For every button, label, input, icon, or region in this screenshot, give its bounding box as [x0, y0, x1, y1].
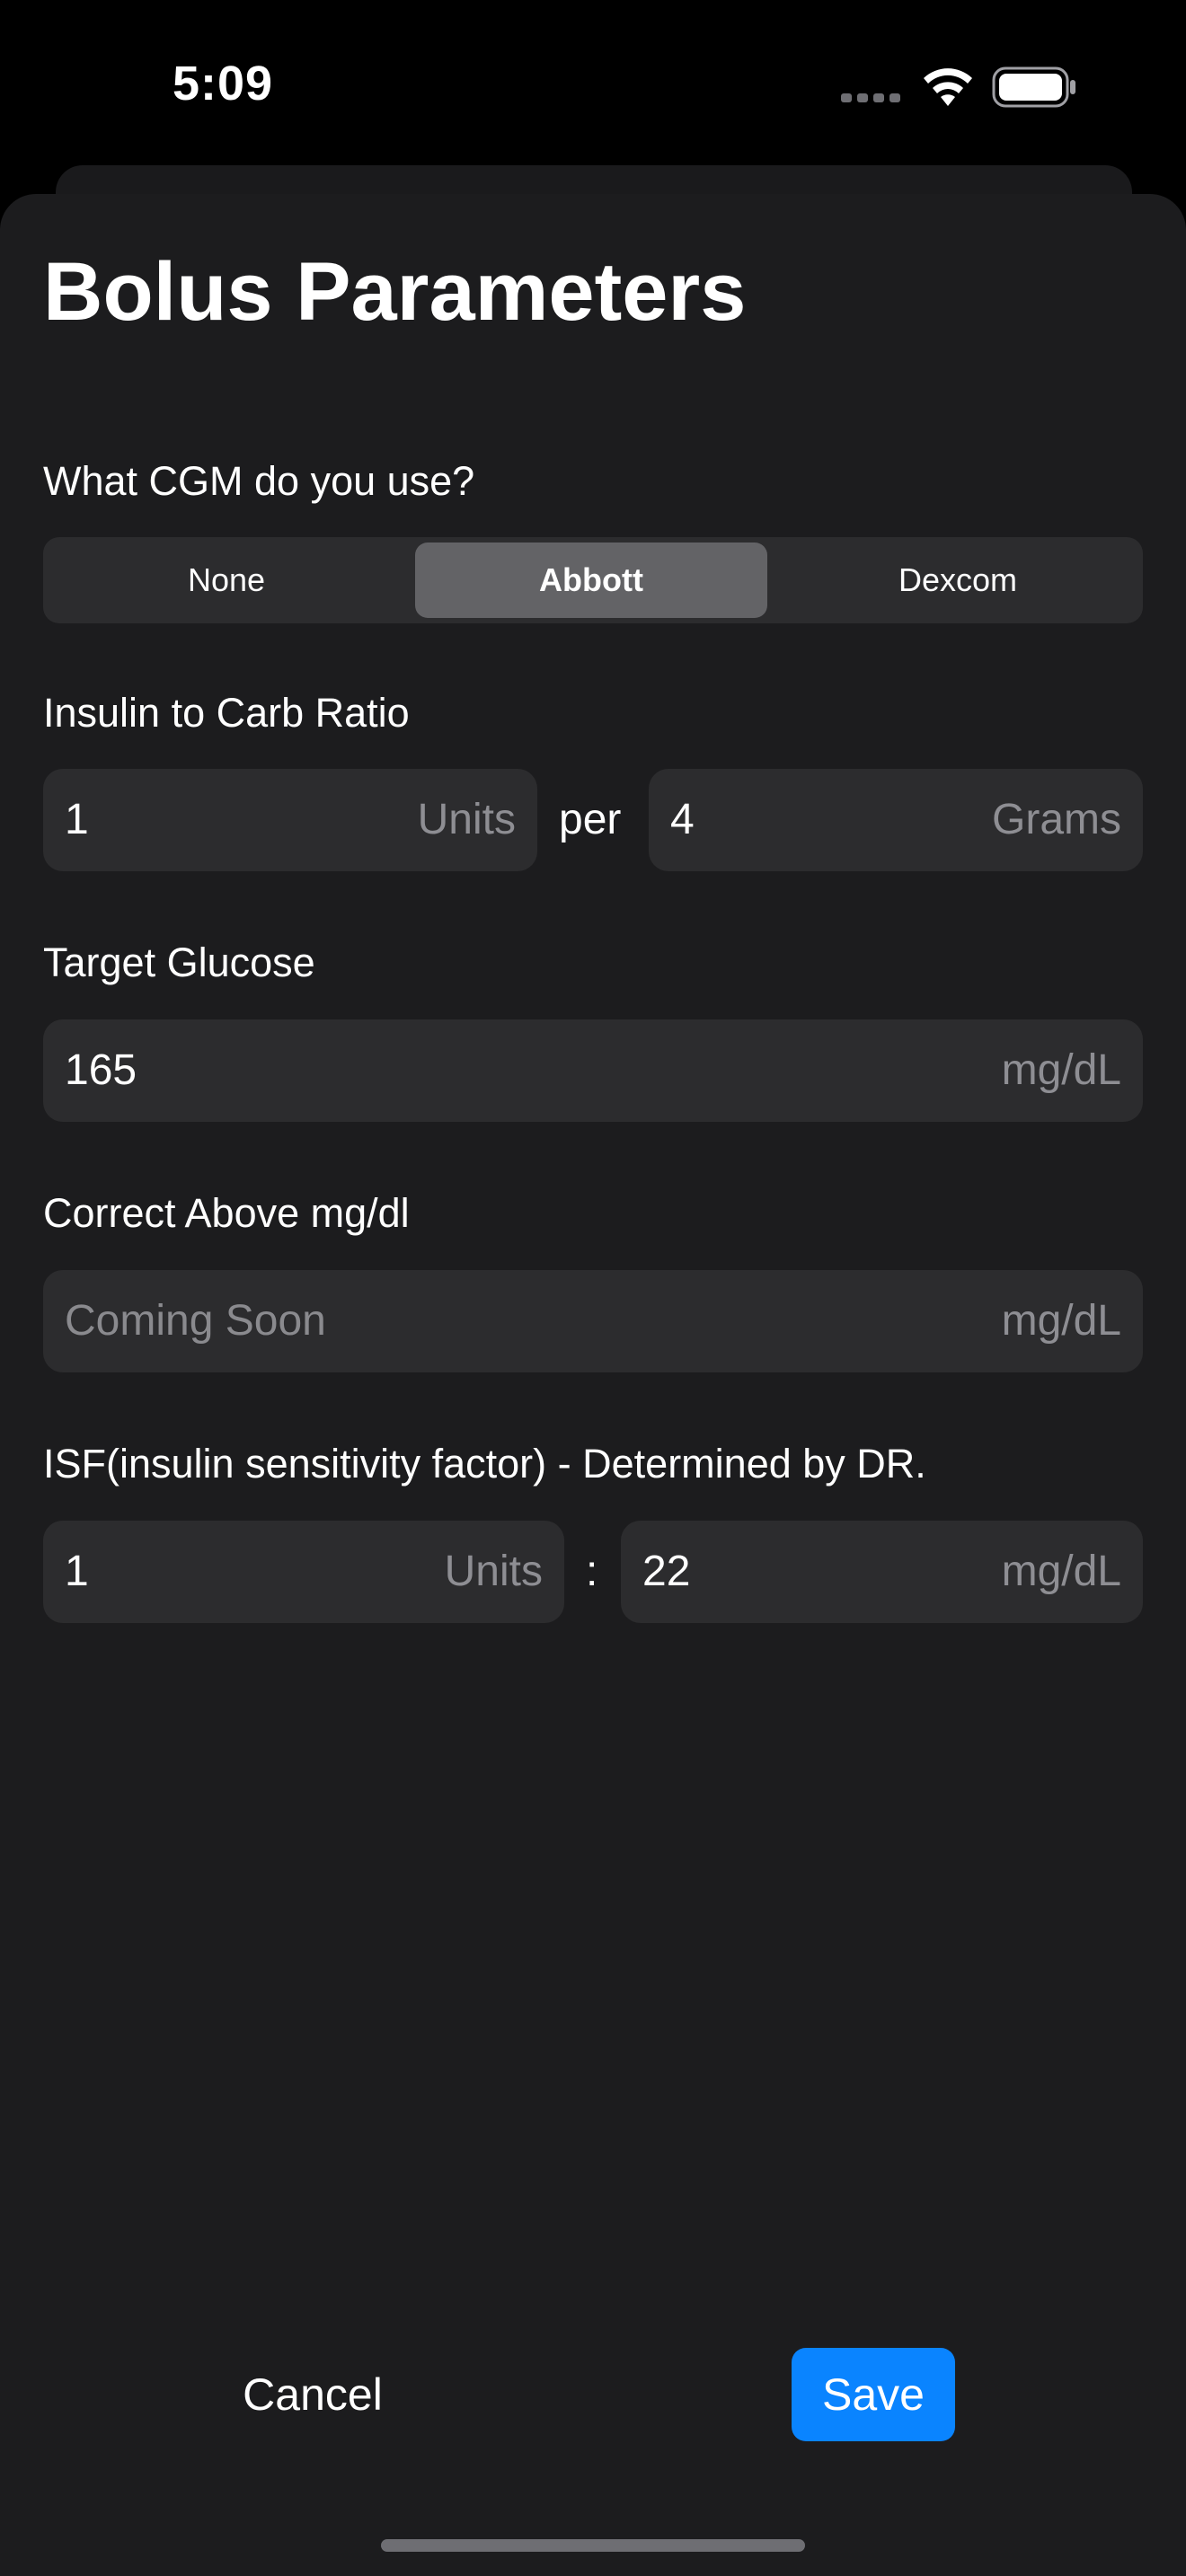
- carb-ratio-label: Insulin to Carb Ratio: [43, 690, 410, 736]
- save-button[interactable]: Save: [792, 2348, 955, 2441]
- carb-ratio-units-value: 1: [65, 796, 89, 843]
- segment-abbott[interactable]: Abbott: [415, 543, 767, 618]
- correct-above-label: Correct Above mg/dl: [43, 1190, 410, 1236]
- wifi-icon: [924, 68, 972, 106]
- target-glucose-label: Target Glucose: [43, 940, 315, 985]
- correct-above-suffix: mg/dL: [1001, 1297, 1121, 1345]
- target-glucose-suffix: mg/dL: [1001, 1046, 1121, 1094]
- cgm-segmented-control: None Abbott Dexcom: [43, 537, 1143, 623]
- isf-units-field[interactable]: 1 Units: [43, 1521, 564, 1623]
- correct-above-placeholder: Coming Soon: [65, 1297, 326, 1345]
- signal-dots-icon: [841, 93, 900, 102]
- status-time: 5:09: [173, 57, 274, 110]
- carb-ratio-separator: per: [559, 796, 622, 843]
- carb-ratio-units-field[interactable]: 1 Units: [43, 769, 537, 871]
- carb-ratio-grams-suffix: Grams: [992, 796, 1121, 843]
- segment-none[interactable]: None: [49, 543, 404, 618]
- cancel-button[interactable]: Cancel: [205, 2348, 420, 2441]
- carb-ratio-grams-value: 4: [670, 796, 695, 843]
- cgm-label: What CGM do you use?: [43, 458, 475, 504]
- isf-units-value: 1: [65, 1548, 89, 1595]
- home-indicator[interactable]: [381, 2539, 805, 2552]
- isf-mgdl-field[interactable]: 22 mg/dL: [621, 1521, 1143, 1623]
- carb-ratio-units-suffix: Units: [417, 796, 516, 843]
- battery-icon: [992, 66, 1075, 108]
- page-title: Bolus Parameters: [43, 246, 747, 338]
- target-glucose-value: 165: [65, 1046, 137, 1094]
- status-bar: 5:09: [0, 0, 1186, 171]
- carb-ratio-grams-field[interactable]: 4 Grams: [649, 769, 1143, 871]
- isf-separator: :: [586, 1548, 598, 1595]
- isf-label: ISF(insulin sensitivity factor) - Determ…: [43, 1441, 926, 1486]
- isf-units-suffix: Units: [444, 1548, 543, 1595]
- isf-mgdl-value: 22: [642, 1548, 691, 1595]
- segment-dexcom[interactable]: Dexcom: [778, 543, 1137, 618]
- isf-mgdl-suffix: mg/dL: [1001, 1548, 1121, 1595]
- correct-above-field[interactable]: Coming Soon mg/dL: [43, 1270, 1143, 1372]
- target-glucose-field[interactable]: 165 mg/dL: [43, 1019, 1143, 1122]
